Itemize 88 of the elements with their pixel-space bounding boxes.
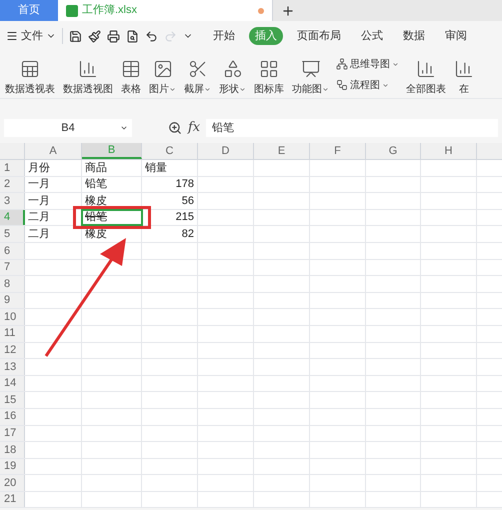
brush-icon[interactable] xyxy=(88,30,101,42)
flowchart-icon xyxy=(336,79,348,91)
file-menu[interactable]: 文件 xyxy=(6,28,56,44)
file-tab[interactable]: 工作簿.xlsx xyxy=(58,0,273,21)
row-header[interactable]: 17 xyxy=(0,426,25,442)
bar-chart-icon xyxy=(78,58,98,78)
row-header[interactable]: 13 xyxy=(0,359,25,375)
menu-icon xyxy=(6,30,18,42)
row-header[interactable]: 20 xyxy=(0,475,25,491)
table-cell-text: 一月 xyxy=(28,177,50,192)
row-header[interactable]: 10 xyxy=(0,309,25,325)
table-cell-text: 二月 xyxy=(28,226,50,242)
ribbon-button[interactable]: 流程图 xyxy=(336,78,399,92)
table-cell-text: 82 xyxy=(182,226,194,242)
row-header[interactable]: 16 xyxy=(0,408,25,424)
table-cell-text: 橡皮 xyxy=(85,226,107,242)
row-header[interactable]: 6 xyxy=(0,242,25,259)
pivot-table-icon xyxy=(20,58,40,78)
grid-icon xyxy=(259,58,279,78)
network-icon xyxy=(336,58,348,70)
ribbon-button[interactable]: 数据透视表 xyxy=(2,52,58,96)
spreadsheet-icon xyxy=(66,4,78,16)
ribbon-tab[interactable]: 开始 xyxy=(207,26,241,46)
ribbon-button[interactable]: 全部图表 xyxy=(403,52,449,96)
tab-title: 工作簿.xlsx xyxy=(82,3,137,18)
table-cell-text: 二月 xyxy=(28,210,50,226)
table-cell-text: 铅笔 xyxy=(85,210,107,226)
undo-icon[interactable] xyxy=(145,30,158,42)
column-header[interactable]: G xyxy=(366,143,421,159)
table-cell-text: 橡皮 xyxy=(85,194,107,209)
home-tab[interactable]: 首页 xyxy=(0,0,58,21)
row-header[interactable]: 19 xyxy=(0,458,25,474)
table-cell-text: 215 xyxy=(176,210,194,226)
column-header[interactable]: F xyxy=(310,143,366,159)
table-cell-text: 销量 xyxy=(145,160,167,176)
ribbon-button[interactable]: 数据透视图 xyxy=(60,52,116,96)
row-header[interactable]: 2 xyxy=(0,176,25,192)
column-header[interactable]: C xyxy=(142,143,198,159)
printer-icon[interactable] xyxy=(107,30,120,42)
image-icon xyxy=(152,58,172,78)
bar-chart-icon xyxy=(454,58,474,78)
row-header[interactable]: 3 xyxy=(0,193,25,209)
table-cell-text: 商品 xyxy=(85,160,107,176)
row-header[interactable]: 7 xyxy=(0,260,25,276)
row-header[interactable]: 5 xyxy=(0,226,25,242)
table-cell-text: 铅笔 xyxy=(85,177,107,192)
ribbon-button[interactable]: 思维导图 xyxy=(336,56,399,72)
name-box[interactable]: B4 xyxy=(4,119,132,137)
column-header[interactable]: D xyxy=(198,143,254,159)
ribbon-tab[interactable]: 页面布局 xyxy=(291,26,347,46)
table-cell-text: 月份 xyxy=(28,160,50,176)
column-header[interactable]: H xyxy=(421,143,477,159)
new-tab-icon[interactable] xyxy=(281,4,295,18)
row-header[interactable]: 1 xyxy=(0,160,25,176)
preview-icon[interactable] xyxy=(126,30,139,42)
chevron-icon xyxy=(120,124,128,132)
row-header[interactable]: 12 xyxy=(0,342,25,358)
row-header[interactable]: 14 xyxy=(0,376,25,392)
fx-label: fx xyxy=(188,119,200,138)
row-header[interactable]: 21 xyxy=(0,492,25,508)
table-icon xyxy=(121,58,141,78)
table-cell-text: 56 xyxy=(182,194,194,209)
ribbon-button[interactable]: 表格 xyxy=(118,52,144,96)
bar-chart-icon xyxy=(416,58,436,78)
ribbon-tab[interactable]: 公式 xyxy=(355,26,389,46)
ribbon-tab[interactable]: 审阅 xyxy=(439,26,473,46)
table-cell-text: 178 xyxy=(176,177,194,192)
ribbon-button[interactable]: 形状 xyxy=(216,52,249,96)
column-header[interactable]: E xyxy=(254,143,310,159)
ribbon-tab[interactable]: 数据 xyxy=(397,26,431,46)
ribbon-button[interactable]: 在 xyxy=(451,52,477,96)
ribbon-button[interactable]: 图片 xyxy=(146,52,179,96)
ribbon-tab[interactable]: 插入 xyxy=(249,26,283,46)
board-icon xyxy=(300,58,320,78)
row-header[interactable]: 15 xyxy=(0,392,25,408)
row-header[interactable]: 8 xyxy=(0,276,25,292)
row-header[interactable]: 11 xyxy=(0,326,25,342)
row-header[interactable]: 9 xyxy=(0,292,25,308)
table-cell-text: 一月 xyxy=(28,194,50,209)
save-icon[interactable] xyxy=(69,30,82,42)
row-header[interactable]: 18 xyxy=(0,442,25,458)
shapes-icon xyxy=(222,58,242,78)
ribbon-button[interactable]: 截屏 xyxy=(181,52,214,96)
formula-field[interactable]: 铅笔 xyxy=(206,119,498,137)
ribbon-button[interactable]: 功能图 xyxy=(289,52,332,96)
ribbon-button[interactable]: 图标库 xyxy=(251,52,287,96)
scissors-icon xyxy=(188,58,208,78)
zoom-icon[interactable] xyxy=(168,121,182,135)
